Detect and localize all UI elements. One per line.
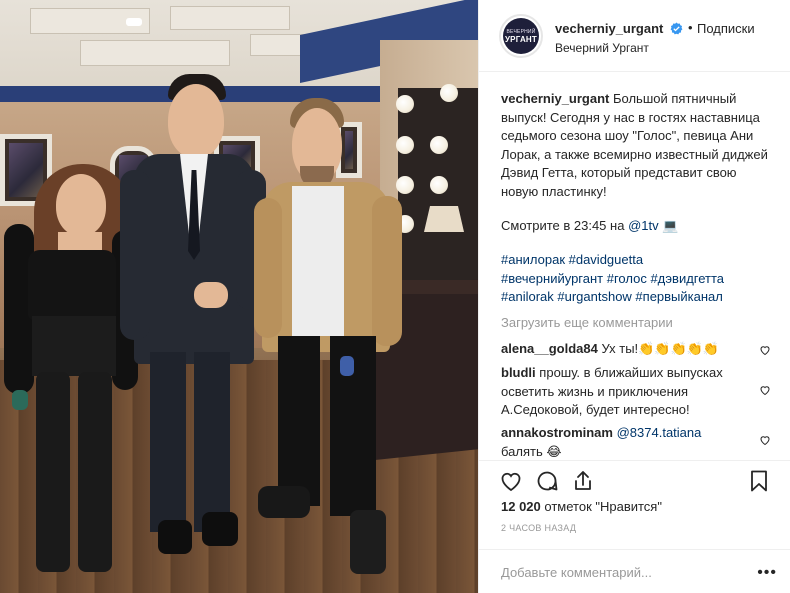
caption-text: Большой пятничный выпуск! Сегодня у нас … [501, 91, 768, 199]
verified-icon [670, 22, 683, 35]
hashtags-line-1[interactable]: #анилорак #davidguetta [501, 251, 771, 270]
comment-text: Ух ты!👏👏👏👏👏 [601, 341, 720, 356]
bookmark-icon[interactable] [747, 469, 771, 493]
comment-item: bludli прошу. в ближайших выпусках освет… [501, 364, 759, 420]
watch-prefix: Смотрите в 23:45 на [501, 218, 629, 233]
post-timestamp[interactable]: 2 ЧАСОВ НАЗАД [501, 523, 576, 533]
mention-link[interactable]: @1tv [628, 218, 659, 233]
avatar[interactable]: ВЕЧЕРНИЙ УРГАНТ [499, 14, 543, 58]
more-options-icon[interactable]: ••• [757, 564, 777, 582]
comment-username[interactable]: annakostrominam [501, 425, 613, 440]
comment-text: балять 😂 [501, 443, 562, 459]
hashtags-line-2[interactable]: #вечернийургант #голос #дэвидгетта [501, 270, 771, 289]
comment-mention[interactable]: @8374.tatiana [617, 425, 702, 440]
hashtags-line-3[interactable]: #anilorak #urgantshow #первыйканал [501, 288, 771, 307]
load-more-comments-button[interactable]: Загрузить еще комментарии [501, 315, 673, 330]
comment-item: alena__golda84 Ух ты!👏👏👏👏👏 [501, 340, 759, 359]
post-photo[interactable] [0, 0, 478, 593]
tv-emoji: 💻 [662, 218, 679, 233]
post-header: ВЕЧЕРНИЙ УРГАНТ vecherniy_urgant • Подпи… [479, 0, 790, 72]
add-comment-bar: ••• [479, 549, 790, 593]
header-username[interactable]: vecherniy_urgant [555, 21, 663, 36]
heart-icon[interactable] [499, 469, 523, 493]
post-sidebar: ВЕЧЕРНИЙ УРГАНТ vecherniy_urgant • Подпи… [478, 0, 790, 593]
caption-username[interactable]: vecherniy_urgant [501, 91, 609, 106]
comment-icon[interactable] [535, 469, 559, 493]
hashtag-block: #анилорак #davidguetta #вечернийургант #… [501, 251, 771, 307]
likes-label: отметок "Нравится" [544, 499, 662, 514]
caption-watch-line: Смотрите в 23:45 на @1tv 💻 [501, 217, 678, 235]
like-comment-heart-icon[interactable] [759, 384, 771, 396]
share-icon[interactable] [571, 469, 595, 493]
follow-status-button[interactable]: Подписки [697, 21, 755, 36]
likes-number: 12 020 [501, 499, 541, 514]
post-actions-bar [479, 460, 790, 504]
avatar-text-main: УРГАНТ [505, 34, 537, 44]
comment-username[interactable]: alena__golda84 [501, 341, 598, 356]
header-separator: • [688, 20, 693, 35]
likes-count[interactable]: 12 020 отметок "Нравится" [501, 499, 662, 514]
post-caption: vecherniy_urgant Большой пятничный выпус… [501, 90, 769, 201]
comment-username[interactable]: bludli [501, 365, 536, 380]
header-location[interactable]: Вечерний Ургант [555, 41, 649, 55]
like-comment-heart-icon[interactable] [759, 434, 771, 446]
comment-item: annakostrominam @8374.tatiana балять 😂 [501, 424, 759, 461]
add-comment-input[interactable] [501, 562, 731, 582]
comments-area: vecherniy_urgant Большой пятничный выпус… [479, 78, 790, 460]
post-container: ВЕЧЕРНИЙ УРГАНТ vecherniy_urgant • Подпи… [0, 0, 790, 593]
like-comment-heart-icon[interactable] [759, 344, 771, 356]
